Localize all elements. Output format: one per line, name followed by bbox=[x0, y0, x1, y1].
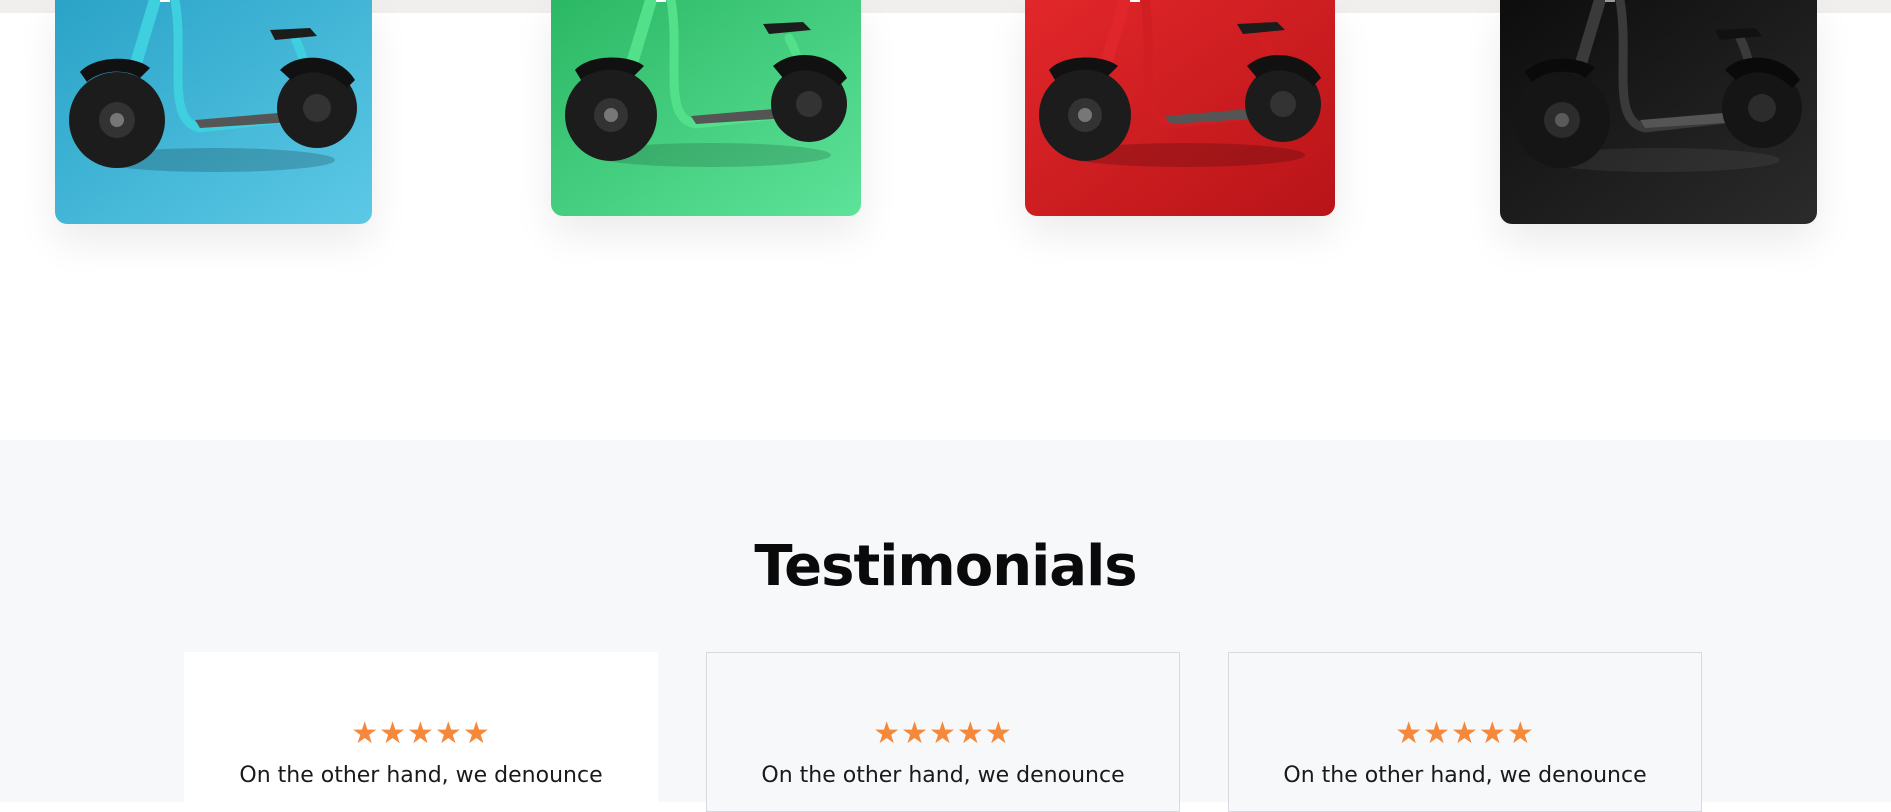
product-card-black[interactable] bbox=[1500, 0, 1817, 224]
testimonial-text: On the other hand, we denounce bbox=[239, 763, 603, 788]
scooter-image-green bbox=[551, 0, 861, 216]
product-card-green[interactable] bbox=[551, 0, 861, 216]
product-gallery bbox=[0, 0, 1891, 440]
product-card-blue[interactable] bbox=[55, 0, 372, 224]
testimonial-text: On the other hand, we denounce bbox=[1283, 763, 1647, 788]
rating-stars: ★★★★★ bbox=[873, 716, 1013, 751]
scooter-image-black bbox=[1500, 0, 1817, 224]
rating-stars: ★★★★★ bbox=[351, 716, 491, 751]
testimonials-section: Testimonials ★★★★★ On the other hand, we… bbox=[0, 440, 1891, 812]
scooter-image-red bbox=[1025, 0, 1335, 216]
product-card-red[interactable] bbox=[1025, 0, 1335, 216]
testimonial-card: ★★★★★ On the other hand, we denounce bbox=[706, 652, 1180, 812]
testimonial-card: ★★★★★ On the other hand, we denounce bbox=[184, 652, 658, 812]
testimonial-text: On the other hand, we denounce bbox=[761, 763, 1125, 788]
testimonial-card: ★★★★★ On the other hand, we denounce bbox=[1228, 652, 1702, 812]
rating-stars: ★★★★★ bbox=[1395, 716, 1535, 751]
scooter-image-blue bbox=[55, 0, 372, 224]
testimonials-title: Testimonials bbox=[754, 534, 1137, 599]
